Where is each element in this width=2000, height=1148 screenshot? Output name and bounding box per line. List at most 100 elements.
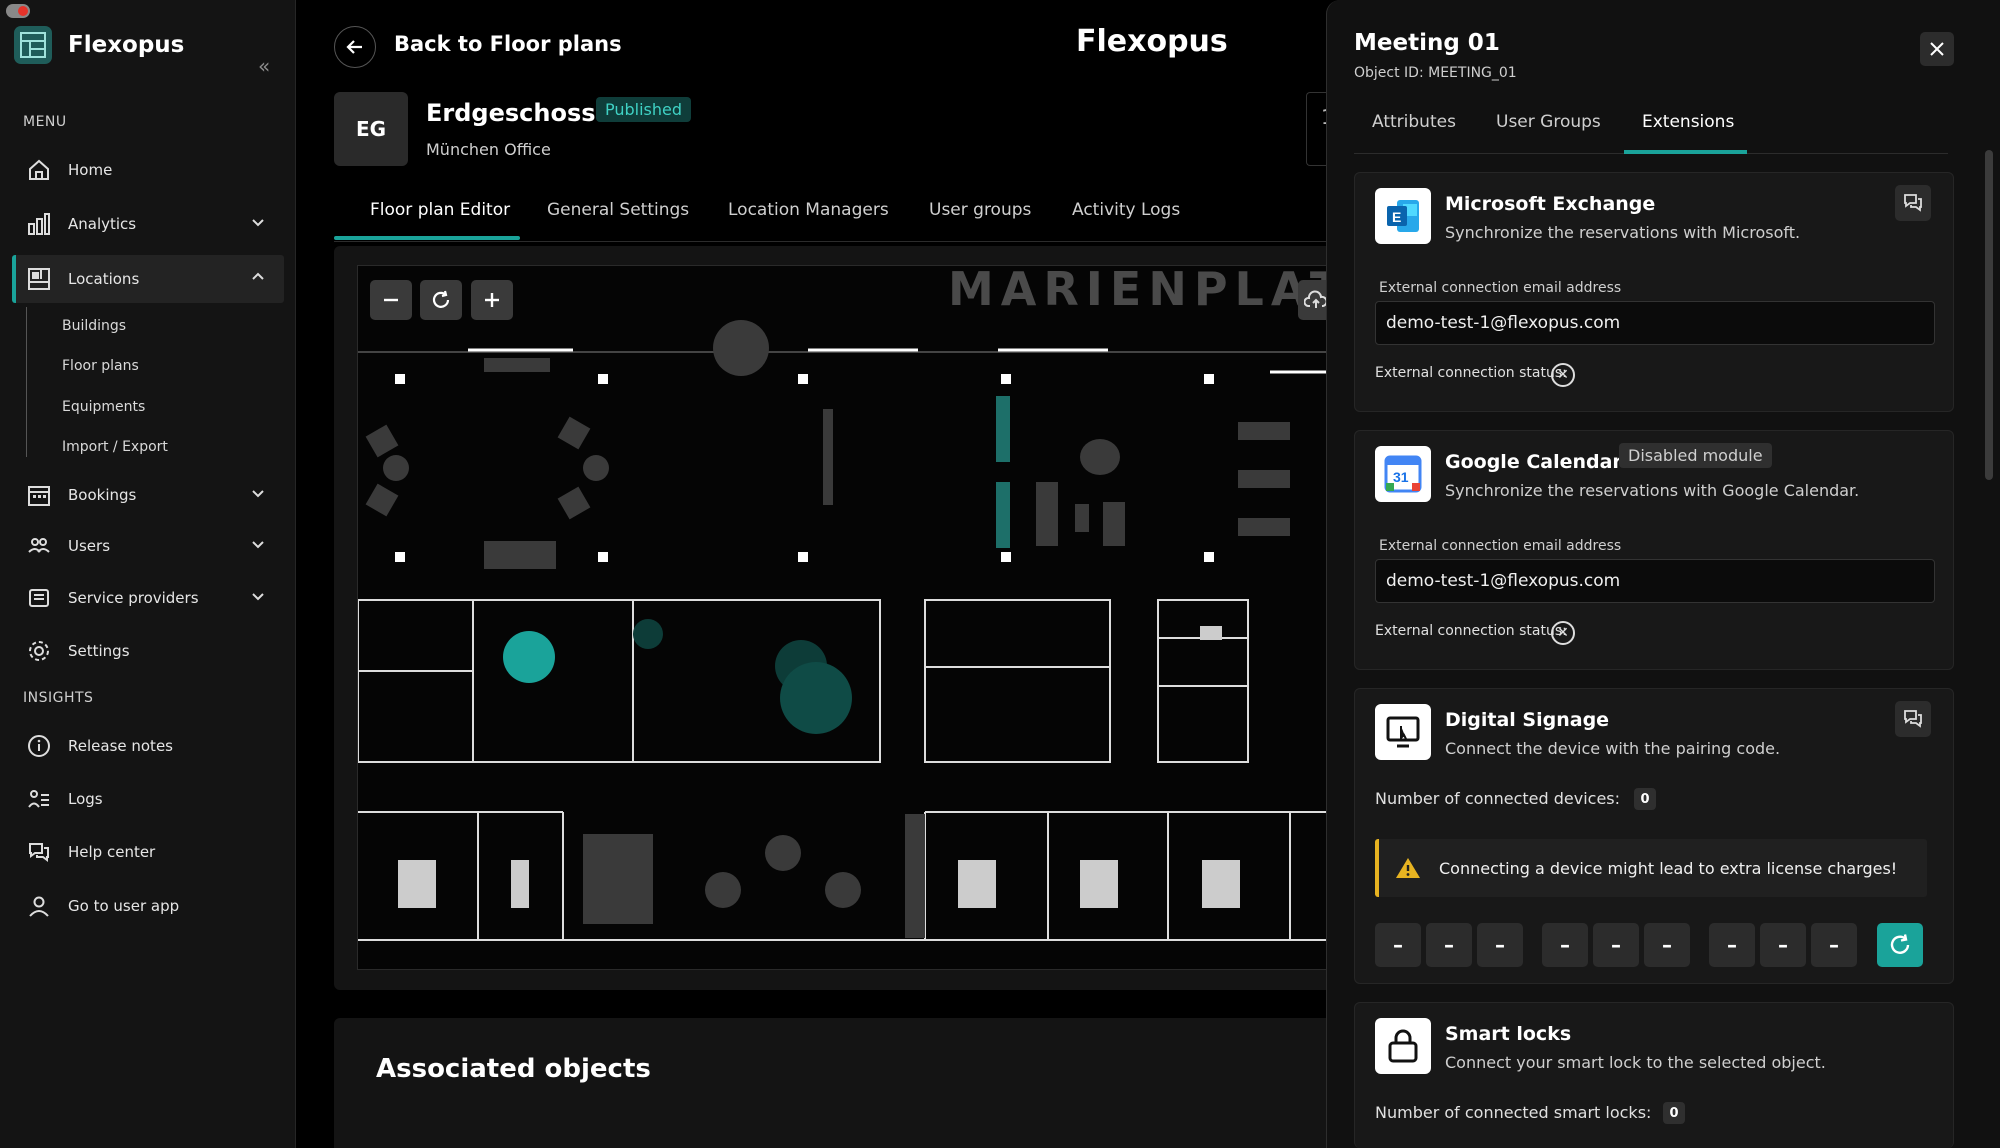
subnav-item-equipments[interactable]: Equipments [62,399,145,415]
window-indicator [6,4,30,18]
calendar-day: 31 [1393,469,1409,485]
sidebar-item-label: Go to user app [68,897,180,915]
extension-description: Synchronize the reservations with Micros… [1445,223,1801,242]
flexopus-logo-icon [14,26,52,64]
brand-name: Flexopus [68,32,185,58]
pairing-code-digit[interactable]: – [1542,923,1588,967]
connected-locks-count: 0 [1663,1102,1685,1124]
sidebar-item-logs[interactable]: Logs [12,775,284,823]
pairing-code-digit[interactable]: – [1593,923,1639,967]
sidebar-item-label: Logs [68,790,103,808]
disconnected-icon: ✕ [1551,621,1575,645]
pairing-code-digit[interactable]: – [1477,923,1523,967]
refresh-icon [1890,934,1910,954]
sidebar-item-label: Locations [68,270,140,288]
pairing-code-digit[interactable]: – [1709,923,1755,967]
reset-zoom-button[interactable] [420,280,462,320]
extension-name: Digital Signage [1445,709,1610,731]
floor-plan-drawing [358,320,1333,941]
sidebar-item-label: Bookings [68,486,137,504]
svg-text:E: E [1392,209,1401,225]
extension-card-google-calendar: 31 Google Calendar Disabled module Synch… [1354,430,1954,670]
sidebar-item-settings[interactable]: Settings [12,627,284,675]
floor-location: München Office [426,140,551,159]
contact-support-button[interactable] [1895,701,1931,737]
sidebar-item-label: Service providers [68,589,199,607]
arrow-left-icon [346,40,362,54]
panel-scrollbar[interactable] [1985,150,1993,480]
status-badge: Published [596,97,692,122]
sidebar-item-home[interactable]: Home [12,146,284,194]
active-tab-indicator [334,236,520,240]
pairing-code-digit[interactable]: – [1811,923,1857,967]
sidebar-item-release-notes[interactable]: Release notes [12,722,284,770]
contact-support-button[interactable] [1895,185,1931,221]
extension-description: Connect the device with the pairing code… [1445,739,1781,758]
google-email-field[interactable] [1375,559,1935,603]
exchange-email-field[interactable] [1375,301,1935,345]
email-field-label: External connection email address [1379,538,1622,554]
tab-user-groups-panel[interactable]: User Groups [1496,112,1601,132]
zoom-out-button[interactable] [370,280,412,320]
chat-icon [1904,194,1922,212]
tab-extensions[interactable]: Extensions [1642,112,1734,132]
back-button[interactable] [334,26,376,68]
floor-plan-canvas[interactable] [357,265,1334,970]
user-icon [26,893,52,919]
extension-card-smart-locks: Smart locks Connect your smart lock to t… [1354,1002,1954,1148]
info-icon [26,733,52,759]
sidebar-item-help-center[interactable]: Help center [12,828,284,876]
connected-devices-label: Number of connected devices: [1375,789,1621,808]
back-link[interactable]: Back to Floor plans [394,32,622,56]
home-icon [26,157,52,183]
tab-general-settings[interactable]: General Settings [547,200,689,220]
google-calendar-icon: 31 [1375,446,1431,502]
refresh-code-button[interactable] [1877,923,1923,967]
chat-icon [26,839,52,865]
pairing-code-digit[interactable]: – [1426,923,1472,967]
brand[interactable]: Flexopus [14,26,184,64]
warning-text: Connecting a device might lead to extra … [1439,858,1898,878]
sidebar-item-locations[interactable]: Locations [12,255,284,303]
pairing-code-digit[interactable]: – [1375,923,1421,967]
sidebar-item-users[interactable]: Users [12,522,284,570]
extension-name: Google Calendar [1445,451,1622,473]
tab-attributes[interactable]: Attributes [1372,112,1456,132]
sidebar-item-bookings[interactable]: Bookings [12,471,284,519]
tab-user-groups[interactable]: User groups [929,200,1031,220]
chevron-down-icon [250,536,266,556]
email-field-label: External connection email address [1379,280,1622,296]
subnav-item-buildings[interactable]: Buildings [62,318,126,334]
sidebar-item-analytics[interactable]: Analytics [12,200,284,248]
extension-description: Connect your smart lock to the selected … [1445,1053,1826,1072]
page-title: Flexopus [1076,24,1228,59]
zoom-in-button[interactable] [471,280,513,320]
tab-floor-plan-editor[interactable]: Floor plan Editor [370,200,510,220]
plus-icon [485,293,499,307]
bar-chart-icon [26,211,52,237]
cloud-upload-icon [1304,290,1328,308]
subnav-item-floor-plans[interactable]: Floor plans [62,358,139,374]
chat-icon [1904,710,1922,728]
subnav-item-import-export[interactable]: Import / Export [62,439,168,455]
refresh-icon [432,290,450,308]
sidebar-item-label: Settings [68,642,130,660]
digital-signage-icon [1375,704,1431,760]
logs-icon [26,786,52,812]
locations-subnav [26,307,27,457]
pairing-code-digit[interactable]: – [1644,923,1690,967]
sidebar-item-go-to-user-app[interactable]: Go to user app [12,882,284,930]
pairing-code-digit[interactable]: – [1760,923,1806,967]
chevron-down-icon [250,588,266,608]
tab-activity-logs[interactable]: Activity Logs [1072,200,1180,220]
tab-location-managers[interactable]: Location Managers [728,200,889,220]
floor-abbrev-badge: EG [334,92,408,166]
connected-locks-label: Number of connected smart locks: [1375,1103,1652,1122]
sidebar-item-label: Release notes [68,737,173,755]
sidebar-item-service-providers[interactable]: Service providers [12,574,284,622]
chevron-down-icon [250,214,266,234]
collapse-sidebar-icon[interactable]: « [258,54,270,78]
close-icon [1930,42,1944,56]
close-panel-button[interactable] [1920,32,1954,66]
id-card-icon [26,585,52,611]
